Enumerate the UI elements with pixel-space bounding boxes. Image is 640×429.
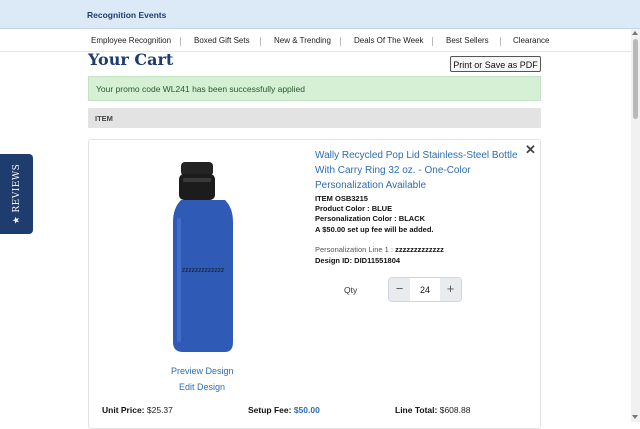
personalization-color-value: BLACK xyxy=(398,214,426,223)
nav-divider xyxy=(500,37,501,46)
close-icon[interactable]: ✕ xyxy=(525,143,536,156)
line-total-value: $608.88 xyxy=(439,405,471,415)
page-title: Your Cart xyxy=(88,50,174,69)
reviews-tab-label: REVIEWS xyxy=(12,163,22,213)
main-nav: Employee Recognition Boxed Gift Sets New… xyxy=(0,29,631,52)
preview-design-link[interactable]: Preview Design xyxy=(171,366,234,376)
decrease-quantity-button[interactable]: − xyxy=(389,278,410,301)
promo-success-banner: Your promo code WL241 has been successfu… xyxy=(88,76,541,101)
increase-quantity-button[interactable]: + xyxy=(440,278,461,301)
page-scrollbar[interactable] xyxy=(631,29,640,422)
personalization-line-value: zzzzzzzzzzzzz xyxy=(395,245,444,254)
nav-item-employee-recognition[interactable]: Employee Recognition xyxy=(91,36,171,45)
unit-price-label: Unit Price: xyxy=(102,405,145,415)
personalization-color-row: Personalization Color : BLACK xyxy=(315,214,425,223)
setup-fee-note: A $50.00 set up fee will be added. xyxy=(315,225,434,234)
nav-divider xyxy=(340,37,341,46)
engraving-text: zzzzzzzzzzzzz xyxy=(182,267,224,274)
design-id: Design ID: DID11551804 xyxy=(315,256,401,265)
scroll-up-arrow-icon[interactable] xyxy=(632,31,638,35)
nav-divider xyxy=(260,37,261,46)
nav-divider xyxy=(180,37,181,46)
line-total-label: Line Total: xyxy=(395,405,438,415)
item-column-header: ITEM xyxy=(88,108,541,128)
setup-fee-value: $50.00 xyxy=(293,405,320,415)
reviews-side-tab[interactable]: ★ REVIEWS xyxy=(0,154,33,234)
nav-item-deals-of-the-week[interactable]: Deals Of The Week xyxy=(354,36,424,45)
product-title-link[interactable]: Wally Recycled Pop Lid Stainless-Steel B… xyxy=(315,148,525,193)
star-icon: ★ xyxy=(12,215,22,225)
personalization-color-label: Personalization Color : xyxy=(315,214,397,223)
product-color-row: Product Color : BLUE xyxy=(315,204,392,213)
product-image[interactable]: zzzzzzzzzzzzz xyxy=(167,160,239,355)
quantity-input[interactable]: 24 xyxy=(410,278,440,301)
bottle-cap xyxy=(179,174,215,200)
reviews-tab-content: ★ REVIEWS xyxy=(12,164,22,224)
product-color-label: Product Color : xyxy=(315,204,370,213)
item-number: ITEM OSB3215 xyxy=(315,194,368,203)
setup-fee-label: Setup Fee: xyxy=(248,405,292,415)
scrollbar-thumb[interactable] xyxy=(633,39,638,119)
bottle-body xyxy=(173,200,233,352)
line-total: Line Total: $608.88 xyxy=(395,405,470,415)
personalization-line-row: Personalization Line 1 : zzzzzzzzzzzzz xyxy=(315,245,444,254)
edit-design-link[interactable]: Edit Design xyxy=(179,382,225,392)
personalization-line-label: Personalization Line 1 : xyxy=(315,245,393,254)
print-pdf-button[interactable]: Print or Save as PDF xyxy=(450,56,541,72)
nav-divider xyxy=(432,37,433,46)
site-brand[interactable]: Recognition Events xyxy=(87,10,166,20)
scroll-down-arrow-icon[interactable] xyxy=(632,415,638,419)
item-column-label: ITEM xyxy=(95,114,113,123)
nav-item-boxed-gift-sets[interactable]: Boxed Gift Sets xyxy=(194,36,250,45)
bottle-lid xyxy=(181,162,213,176)
quantity-stepper: − 24 + xyxy=(388,277,462,302)
nav-item-new-trending[interactable]: New & Trending xyxy=(274,36,331,45)
unit-price: Unit Price: $25.37 xyxy=(102,405,173,415)
nav-item-best-sellers[interactable]: Best Sellers xyxy=(446,36,489,45)
bottle-cap-ring xyxy=(183,178,211,182)
unit-price-value: $25.37 xyxy=(146,405,173,415)
qty-label: Qty xyxy=(344,285,358,295)
promo-message: Your promo code WL241 has been successfu… xyxy=(96,84,306,94)
product-color-value: BLUE xyxy=(371,204,393,213)
nav-item-clearance[interactable]: Clearance xyxy=(513,36,549,45)
top-bar: Recognition Events xyxy=(0,0,640,29)
setup-fee: Setup Fee: $50.00 xyxy=(248,405,320,415)
